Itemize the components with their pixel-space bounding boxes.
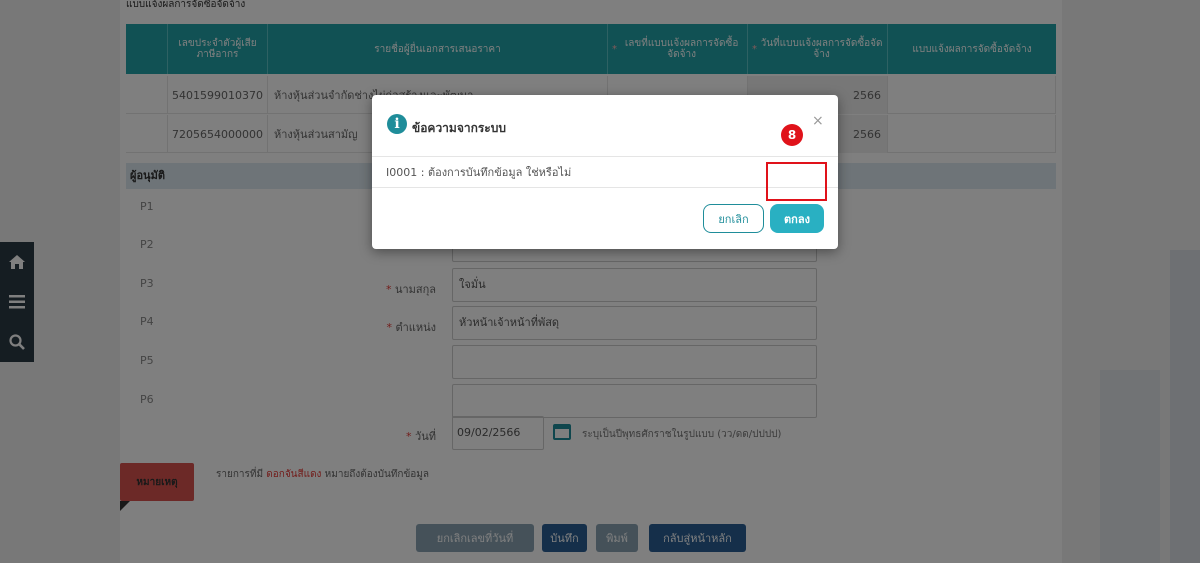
close-icon[interactable]: × — [812, 113, 824, 129]
annotation-step-marker: 8 — [781, 124, 803, 146]
dialog-ok-button[interactable]: ตกลง — [770, 204, 824, 233]
dialog-header: i ข้อความจากระบบ × — [372, 95, 838, 157]
dialog-cancel-button[interactable]: ยกเลิก — [703, 204, 764, 233]
annotation-highlight-box — [766, 162, 827, 201]
info-icon: i — [387, 114, 407, 134]
dialog-title: ข้อความจากระบบ — [412, 121, 506, 135]
modal-backdrop[interactable] — [0, 0, 1200, 563]
